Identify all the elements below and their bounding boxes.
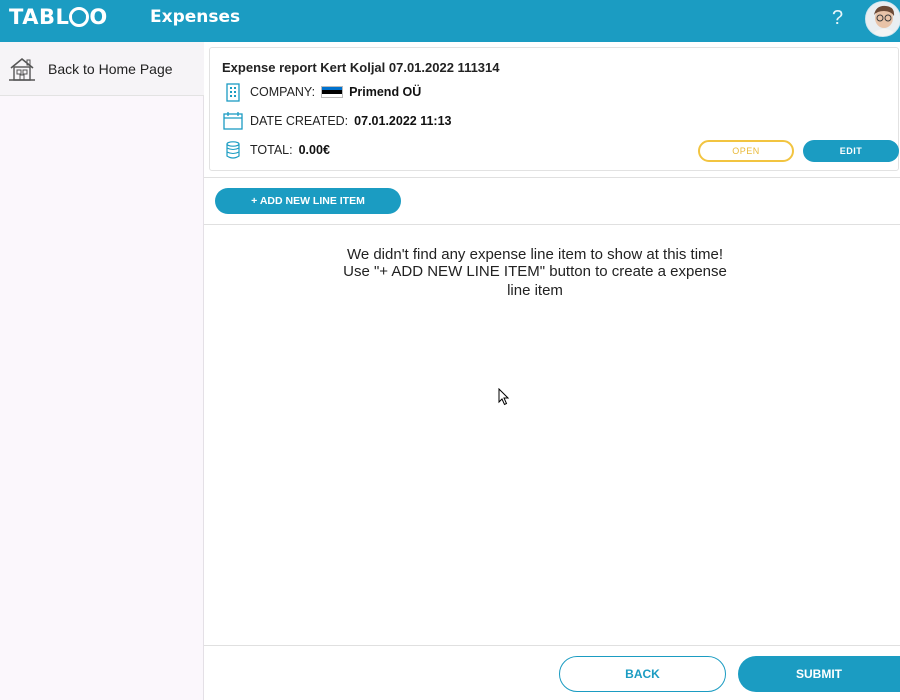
app-title: Expenses [150, 7, 241, 27]
sidebar: Back to Home Page [0, 42, 204, 700]
date-created-value: 07.01.2022 11:13 [354, 114, 452, 128]
home-icon [9, 57, 35, 81]
tabloo-logo[interactable]: TABL O [9, 5, 108, 29]
submit-button[interactable]: SUBMIT [738, 656, 900, 692]
total-label: TOTAL: [250, 143, 293, 157]
status-badge: OPEN [698, 140, 794, 162]
user-avatar[interactable] [865, 1, 900, 37]
footer-bar: BACK SUBMIT [204, 645, 900, 700]
back-to-home-label: Back to Home Page [48, 60, 173, 77]
add-line-item-button[interactable]: + ADD NEW LINE ITEM [215, 188, 401, 214]
help-icon[interactable]: ? [832, 7, 843, 30]
company-label: COMPANY: [250, 85, 316, 99]
total-row: TOTAL: 0.00€ [222, 140, 330, 160]
report-title: Expense report Kert Koljal 07.01.2022 11… [222, 60, 500, 75]
avatar-person-icon [866, 2, 900, 36]
line-items-area: We didn't find any expense line item to … [204, 225, 900, 645]
logo-o-icon [69, 7, 90, 27]
building-icon [226, 83, 240, 102]
coins-icon [226, 141, 240, 159]
edit-button[interactable]: EDIT [803, 140, 899, 162]
company-row: COMPANY: Primend OÜ [222, 82, 421, 102]
report-header-card: Expense report Kert Koljal 07.01.2022 11… [209, 47, 899, 171]
date-created-label: DATE CREATED: [250, 114, 349, 128]
company-value: Primend OÜ [349, 85, 422, 99]
calendar-icon [223, 112, 243, 130]
line-items-toolbar: + ADD NEW LINE ITEM [204, 177, 900, 225]
total-value: 0.00€ [298, 143, 330, 157]
empty-message-line-2: Use "+ ADD NEW LINE ITEM" button to crea… [343, 263, 727, 280]
mouse-cursor-icon [498, 388, 510, 406]
back-to-home-link[interactable]: Back to Home Page [0, 42, 204, 96]
back-button[interactable]: BACK [559, 656, 726, 692]
empty-message-line-3: line item [507, 282, 563, 299]
date-row: DATE CREATED: 07.01.2022 11:13 [222, 111, 452, 131]
top-bar: TABL O Expenses ? [0, 0, 900, 42]
estonia-flag-icon [321, 86, 344, 98]
